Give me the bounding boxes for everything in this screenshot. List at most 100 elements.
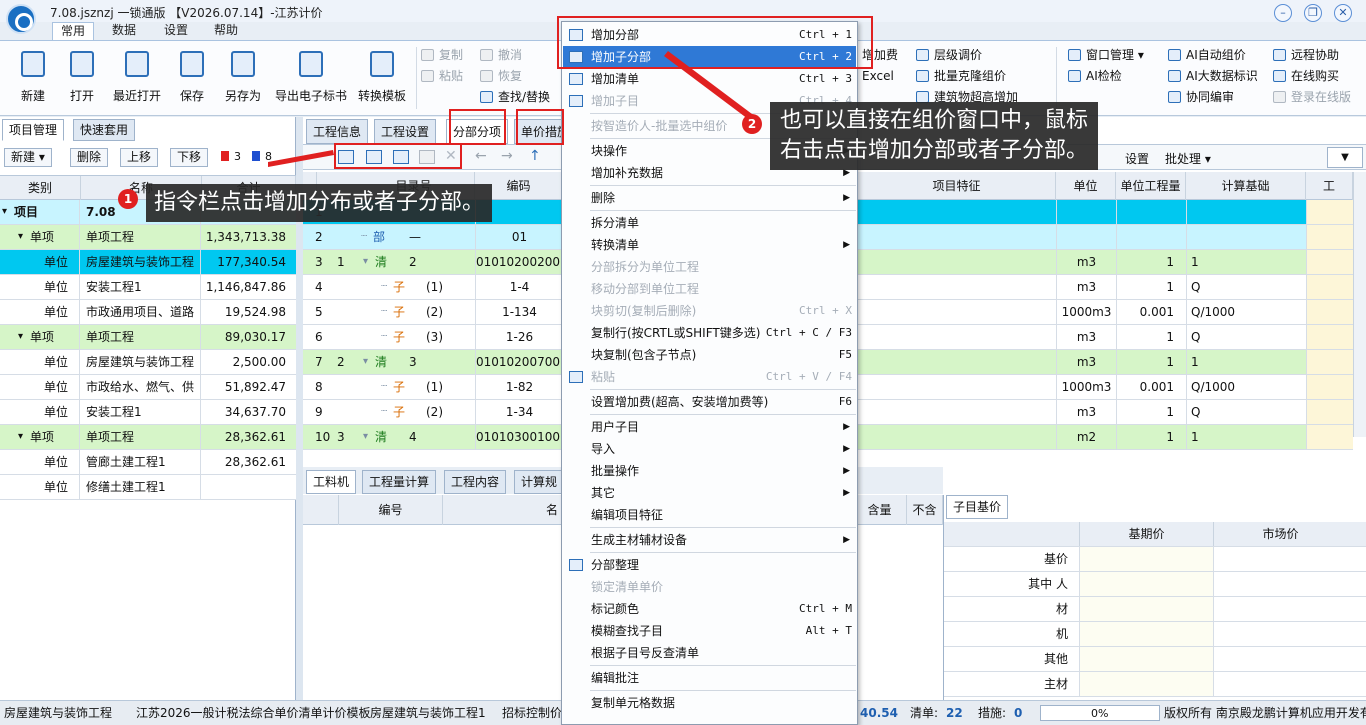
login-online-button[interactable]: 登录在线版: [1273, 88, 1351, 106]
menu-item[interactable]: 用户子目 ▶: [563, 416, 856, 438]
menu-item[interactable]: 分部整理: [563, 554, 856, 576]
menu-item[interactable]: 增加分部 Ctrl + 1: [563, 24, 856, 46]
table-row[interactable]: 单位 安装工程1 1,146,847.86: [0, 275, 296, 300]
ai-big-data-button[interactable]: AI大数据标识: [1168, 67, 1258, 85]
market-price-cell[interactable]: [1213, 597, 1347, 621]
online-buy-button[interactable]: 在线购买: [1273, 67, 1339, 85]
expand-arrow-icon[interactable]: ▾: [2, 200, 7, 224]
add-subsection-icon[interactable]: [366, 150, 382, 164]
restore-icon[interactable]: ❐: [1304, 4, 1322, 22]
paste-button[interactable]: 粘贴: [421, 67, 463, 85]
minimize-icon[interactable]: –: [1274, 4, 1292, 22]
tab-item-base-price[interactable]: 子目基价: [946, 495, 1009, 519]
level-adjust-button[interactable]: 层级调价: [916, 46, 982, 64]
arrow-up-icon[interactable]: ↑: [529, 148, 541, 164]
menu-item[interactable]: 删除 ▶: [563, 187, 856, 209]
menu-item[interactable]: 其它 ▶: [563, 482, 856, 504]
vertical-scrollbar[interactable]: [1353, 172, 1366, 437]
price-row[interactable]: 材: [944, 597, 1366, 622]
save-as-button[interactable]: 另存为: [213, 49, 273, 111]
expand-arrow-icon[interactable]: ▾: [18, 425, 23, 449]
move-up-button[interactable]: 上移: [120, 148, 159, 167]
menu-item[interactable]: 生成主材辅材设备 ▶: [563, 529, 856, 551]
add-item-icon[interactable]: [419, 150, 435, 164]
tab-project-info[interactable]: 工程信息: [306, 119, 369, 144]
menu-item[interactable]: 移动分部到单位工程: [563, 278, 856, 300]
menu-item[interactable]: 块复制(包含子节点) F5: [563, 344, 856, 366]
base-price-cell[interactable]: [1079, 572, 1213, 596]
ai-auto-price-button[interactable]: AI自动组价: [1168, 46, 1246, 64]
find-replace-button[interactable]: 查找/替换: [480, 88, 550, 106]
batch-clone-button[interactable]: 批量克隆组价: [916, 67, 1006, 85]
menu-item[interactable]: 根据子目号反查清单: [563, 642, 856, 664]
menu-item[interactable]: 编辑批注: [563, 667, 856, 689]
col-market-price[interactable]: 市场价: [1213, 522, 1347, 546]
base-price-cell[interactable]: [1079, 597, 1213, 621]
menu-item[interactable]: 分部拆分为单位工程: [563, 256, 856, 278]
export-bid-button[interactable]: 导出电子标书: [274, 49, 348, 111]
col-work[interactable]: 工: [1306, 172, 1353, 200]
remote-help-button[interactable]: 远程协助: [1273, 46, 1339, 64]
tab-common[interactable]: 常用: [52, 22, 95, 40]
menu-item[interactable]: 编辑项目特征: [563, 504, 856, 526]
price-row[interactable]: 机: [944, 622, 1366, 647]
expand-arrow-icon[interactable]: ▾: [363, 350, 375, 374]
base-price-cell[interactable]: [1079, 622, 1213, 646]
dropdown-icon[interactable]: ▼: [1327, 147, 1363, 168]
add-list-icon[interactable]: [393, 150, 409, 164]
price-row[interactable]: 其中 人: [944, 572, 1366, 597]
arrow-left-icon[interactable]: ←: [475, 148, 487, 164]
menu-item[interactable]: 复制行(按CRTL或SHIFT键多选) Ctrl + C / F3: [563, 322, 856, 344]
copy-button[interactable]: 复制: [421, 46, 463, 64]
batch-button[interactable]: 批处理 ▾: [1165, 150, 1211, 167]
table-row[interactable]: 单位 市政给水、燃气、供 51,892.47: [0, 375, 296, 400]
expand-arrow-icon[interactable]: ▾: [18, 225, 23, 249]
col-unit[interactable]: 单位: [1056, 172, 1116, 200]
tab-project-mgmt[interactable]: 项目管理: [2, 119, 65, 141]
col-features[interactable]: 项目特征: [858, 172, 1056, 200]
convert-template-button[interactable]: 转换模板: [352, 49, 412, 111]
menu-item[interactable]: 批量操作 ▶: [563, 460, 856, 482]
table-row[interactable]: 单位 修缮土建工程1: [0, 475, 296, 500]
recent-button[interactable]: 最近打开: [107, 49, 167, 111]
table-row[interactable]: 单位 市政通用项目、道路 19,524.98: [0, 300, 296, 325]
tab-help[interactable]: 帮助: [206, 22, 246, 40]
market-price-cell[interactable]: [1213, 622, 1347, 646]
market-price-cell[interactable]: [1213, 572, 1347, 596]
menu-item[interactable]: 锁定清单单价: [563, 576, 856, 598]
col-name[interactable]: 名: [443, 495, 563, 525]
table-row[interactable]: 单位 房屋建筑与装饰工程 177,340.54: [0, 250, 296, 275]
base-price-cell[interactable]: [1079, 547, 1213, 571]
red-flag-icon[interactable]: [221, 151, 229, 161]
menu-item[interactable]: 转换清单 ▶: [563, 234, 856, 256]
delete-icon[interactable]: ✕: [445, 148, 457, 164]
add-fee-button[interactable]: 增加费: [858, 46, 898, 64]
market-price-cell[interactable]: [1213, 647, 1347, 671]
redo-button[interactable]: 恢复: [480, 67, 522, 85]
tab-quantity-calc[interactable]: 工程量计算: [362, 470, 437, 494]
col-type[interactable]: 类别: [0, 176, 81, 200]
tab-sections[interactable]: 分部分项: [446, 119, 509, 144]
blue-flag-icon[interactable]: [252, 151, 260, 161]
arrow-right-icon[interactable]: →: [501, 148, 513, 164]
col-content[interactable]: 含量: [853, 495, 907, 525]
price-row[interactable]: 主材: [944, 672, 1366, 697]
price-row[interactable]: 基价: [944, 547, 1366, 572]
tab-data[interactable]: 数据: [104, 22, 144, 40]
collab-edit-button[interactable]: 协同编审: [1168, 88, 1234, 106]
expand-arrow-icon[interactable]: ▾: [363, 425, 375, 449]
undo-button[interactable]: 撤消: [480, 46, 522, 64]
app-logo-icon[interactable]: [6, 4, 36, 34]
menu-item[interactable]: 标记颜色 Ctrl + M: [563, 598, 856, 620]
expand-arrow-icon[interactable]: ▾: [363, 250, 375, 274]
menu-item[interactable]: 模糊查找子目 Alt + T: [563, 620, 856, 642]
table-row[interactable]: 单项 单项工程 89,030.17 ▾: [0, 325, 296, 350]
menu-item[interactable]: 复制单元格数据: [563, 692, 856, 714]
move-down-button[interactable]: 下移: [170, 148, 209, 167]
table-row[interactable]: 单项 单项工程 28,362.61 ▾: [0, 425, 296, 450]
menu-item[interactable]: 增加清单 Ctrl + 3: [563, 68, 856, 90]
menu-item[interactable]: 块剪切(复制后删除) Ctrl + X: [563, 300, 856, 322]
table-row[interactable]: 单项 单项工程 1,343,713.38 ▾: [0, 225, 296, 250]
col-base[interactable]: 计算基础: [1186, 172, 1306, 200]
tab-settings[interactable]: 设置: [156, 22, 196, 40]
